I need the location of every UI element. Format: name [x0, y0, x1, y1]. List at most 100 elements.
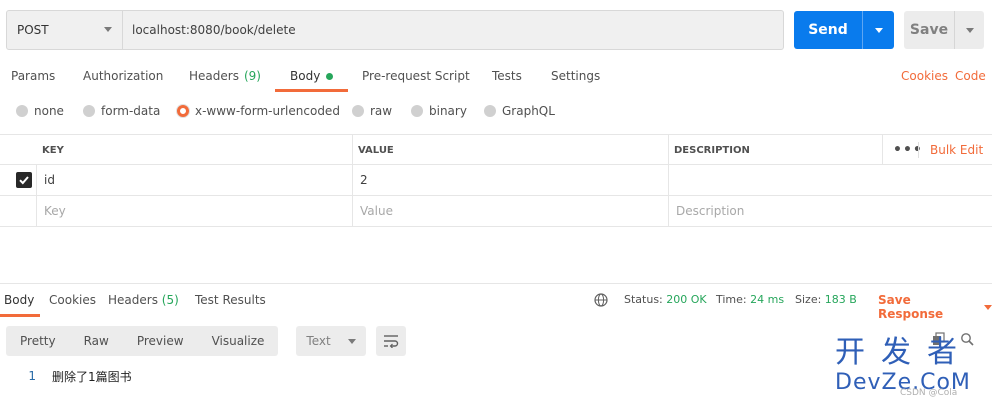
response-tab-body[interactable]: Body: [4, 293, 34, 307]
save-button-group: Save: [904, 11, 984, 49]
response-headers-count: (5): [161, 293, 179, 307]
view-mode-group: Pretty Raw Preview Visualize: [6, 326, 279, 356]
radio-circle: [484, 105, 496, 117]
view-mode-raw[interactable]: Raw: [70, 326, 123, 356]
radio-circle: [411, 105, 423, 117]
save-button[interactable]: Save: [904, 11, 954, 49]
response-view-bar: Pretty Raw Preview Visualize Text: [6, 326, 407, 356]
column-header-description: DESCRIPTION: [674, 144, 750, 156]
divider: [882, 134, 883, 165]
body-indicator-dot: [326, 73, 334, 80]
line-number: 1: [28, 369, 36, 383]
row-enabled-checkbox[interactable]: [16, 172, 32, 188]
size-label: Size:: [795, 293, 822, 306]
save-response-label: Save Response: [878, 293, 944, 321]
watermark-cn: 开发者: [835, 335, 973, 370]
radio-none[interactable]: none: [16, 104, 64, 118]
tab-tests[interactable]: Tests: [492, 62, 522, 92]
radio-circle-selected: [177, 105, 189, 117]
tab-headers-label: Headers: [189, 69, 239, 83]
response-tabs-bar: Body Cookies Headers (5) Test Results St…: [0, 283, 992, 321]
response-tab-headers[interactable]: Headers (5): [108, 293, 179, 307]
new-value-input[interactable]: Value: [354, 196, 393, 226]
tab-authorization-label: Authorization: [83, 69, 164, 83]
tab-headers[interactable]: Headers (9): [189, 62, 261, 92]
tab-tests-label: Tests: [492, 69, 522, 83]
url-input[interactable]: localhost:8080/book/delete: [123, 11, 783, 49]
param-value-input[interactable]: 2: [354, 165, 368, 195]
time-value: 24 ms: [750, 293, 785, 306]
code-link[interactable]: Code: [955, 69, 986, 83]
status-label: Status:: [624, 293, 663, 306]
size-info: Size: 183 B: [795, 293, 857, 306]
status-info: Status: 200 OK: [624, 293, 707, 306]
tab-prerequest-label: Pre-request Script: [362, 69, 470, 83]
divider: [352, 134, 353, 226]
view-mode-preview[interactable]: Preview: [123, 326, 198, 356]
param-key-input[interactable]: id: [38, 165, 55, 195]
active-tab-indicator: [0, 314, 40, 317]
globe-icon[interactable]: [594, 293, 608, 307]
cookies-link[interactable]: Cookies: [901, 69, 948, 83]
tab-params[interactable]: Params: [11, 62, 55, 92]
bulk-edit-link[interactable]: Bulk Edit: [930, 143, 983, 157]
save-dropdown-button[interactable]: [955, 11, 984, 49]
tab-settings[interactable]: Settings: [551, 62, 600, 92]
radio-circle: [352, 105, 364, 117]
format-select-value: Text: [306, 334, 331, 348]
method-select[interactable]: POST: [7, 11, 123, 49]
radio-urlencoded-label: x-www-form-urlencoded: [195, 104, 340, 118]
chevron-down-icon: [104, 27, 112, 32]
request-tabs: Params Authorization Headers (9) Body Pr…: [0, 62, 992, 92]
new-description-input[interactable]: Description: [670, 196, 744, 226]
column-header-value: VALUE: [358, 144, 394, 156]
radio-circle: [16, 105, 28, 117]
response-tab-test-results[interactable]: Test Results: [195, 293, 266, 307]
new-key-input[interactable]: Key: [38, 196, 66, 226]
save-response-button[interactable]: Save Response: [878, 293, 992, 321]
response-tab-headers-label: Headers: [108, 293, 158, 307]
radio-form-data-label: form-data: [101, 104, 161, 118]
code-line: 1 删除了1篇图书: [0, 368, 132, 384]
wrap-lines-button[interactable]: [376, 326, 407, 356]
method-label: POST: [17, 23, 49, 37]
tab-prerequest-script[interactable]: Pre-request Script: [362, 62, 470, 92]
radio-raw-label: raw: [370, 104, 393, 118]
divider: [668, 134, 669, 226]
radio-graphql[interactable]: GraphQL: [484, 104, 555, 118]
status-value: 200 OK: [666, 293, 707, 306]
radio-binary[interactable]: binary: [411, 104, 467, 118]
tab-settings-label: Settings: [551, 69, 601, 83]
response-tab-cookies[interactable]: Cookies: [49, 293, 96, 307]
radio-form-data[interactable]: form-data: [83, 104, 160, 118]
chevron-down-icon: [348, 339, 357, 344]
radio-raw[interactable]: raw: [352, 104, 392, 118]
time-info: Time: 24 ms: [716, 293, 784, 306]
tab-headers-count: (9): [243, 69, 261, 83]
watermark-small-text: CSDN @Cola: [900, 388, 958, 398]
radio-binary-label: binary: [429, 104, 467, 118]
table-row-new: Key Value Description: [0, 196, 992, 227]
tab-authorization[interactable]: Authorization: [83, 62, 163, 92]
view-mode-pretty[interactable]: Pretty: [6, 326, 70, 356]
format-select[interactable]: Text: [296, 326, 367, 356]
line-content: 删除了1篇图书: [52, 369, 132, 384]
divider: [918, 142, 919, 158]
tab-params-label: Params: [11, 69, 56, 83]
view-mode-visualize[interactable]: Visualize: [198, 326, 279, 356]
radio-urlencoded[interactable]: x-www-form-urlencoded: [177, 104, 340, 118]
chevron-down-icon: [965, 27, 974, 33]
send-button[interactable]: Send: [794, 11, 862, 49]
radio-none-label: none: [34, 104, 64, 118]
tab-body[interactable]: Body: [275, 62, 349, 92]
chevron-down-icon: [984, 304, 992, 310]
column-header-key: KEY: [42, 144, 64, 156]
check-icon: [19, 176, 29, 185]
tab-body-label: Body: [290, 69, 321, 83]
param-description-input[interactable]: [670, 165, 676, 195]
table-row: id 2: [0, 165, 992, 196]
table-header-row: KEY VALUE DESCRIPTION ••• Bulk Edit: [0, 134, 992, 165]
divider: [36, 165, 37, 226]
send-dropdown-button[interactable]: [863, 11, 894, 49]
chevron-down-icon: [874, 27, 883, 33]
